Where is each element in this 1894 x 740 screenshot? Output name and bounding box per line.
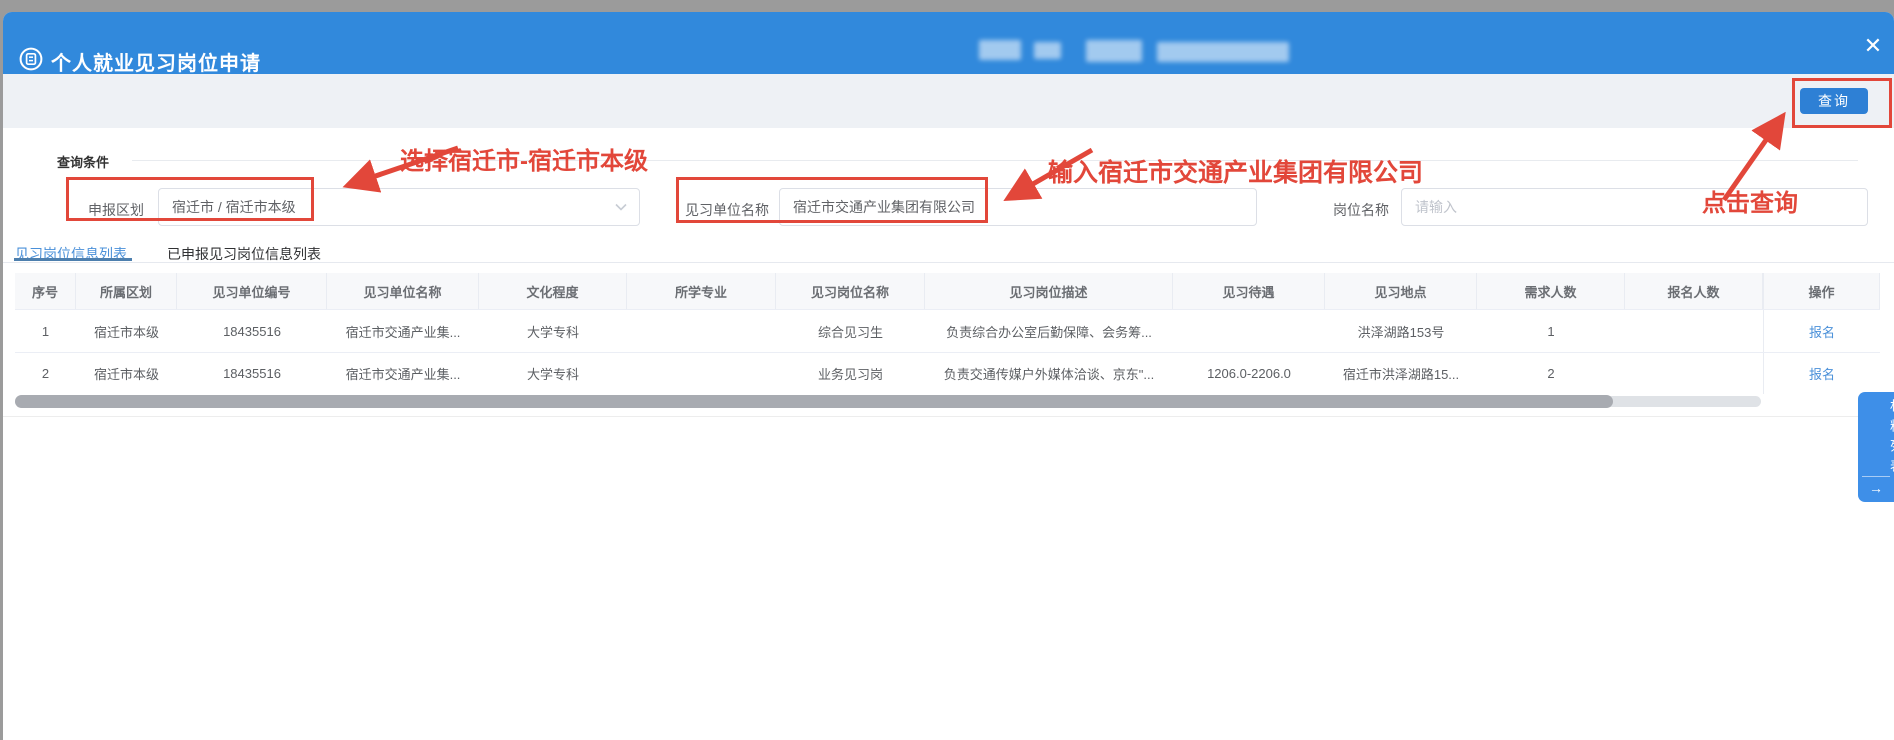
horizontal-scrollbar-thumb[interactable] — [15, 395, 1613, 408]
col-header: 文化程度 — [479, 273, 627, 309]
table-row: 1 宿迁市本级 18435516 宿迁市交通产业集... 大学专科 综合见习生 … — [15, 310, 1880, 353]
cell-post-name: 业务见习岗 — [776, 353, 925, 394]
col-header: 见习岗位描述 — [925, 273, 1173, 309]
table-row: 2 宿迁市本级 18435516 宿迁市交通产业集... 大学专科 业务见习岗 … — [15, 353, 1880, 394]
col-header: 序号 — [15, 273, 76, 309]
form-document-icon — [19, 47, 43, 71]
cell-applied — [1625, 353, 1763, 394]
cell-post-name: 综合见习生 — [776, 310, 925, 352]
col-header: 报名人数 — [1625, 273, 1763, 309]
col-header: 见习待遇 — [1173, 273, 1325, 309]
cell-seq: 2 — [15, 353, 76, 394]
material-list-label: 材料列表 — [1869, 399, 1894, 479]
cell-applied — [1625, 310, 1763, 352]
annotation-select-region: 选择宿迁市-宿迁市本级 — [400, 141, 648, 176]
cell-region: 宿迁市本级 — [76, 310, 177, 352]
cell-unit-no: 18435516 — [177, 310, 327, 352]
position-label: 岗位名称 — [1333, 200, 1389, 220]
cell-post-desc: 负责综合办公室后勤保障、会务筹... — [925, 310, 1173, 352]
active-tab-underline — [14, 258, 132, 261]
tab-post-list[interactable]: 见习岗位信息列表 — [15, 244, 127, 264]
col-header: 所属区划 — [76, 273, 177, 309]
chevron-down-icon — [615, 203, 627, 211]
redacted-text — [979, 40, 1021, 60]
cell-action: 报名 — [1763, 353, 1880, 394]
cell-major — [627, 310, 776, 352]
redacted-text — [1157, 42, 1289, 62]
tab-applied-list[interactable]: 已申报见习岗位信息列表 — [167, 244, 321, 264]
cell-location: 宿迁市洪泽湖路15... — [1325, 353, 1477, 394]
side-tab-divider — [1862, 476, 1890, 477]
cell-location: 洪泽湖路153号 — [1325, 310, 1477, 352]
cell-unit-no: 18435516 — [177, 353, 327, 394]
table-bottom-border — [3, 416, 1894, 417]
col-header: 操作 — [1763, 273, 1880, 309]
close-icon[interactable]: ✕ — [1858, 31, 1888, 61]
modal-title: 个人就业见习岗位申请 — [51, 47, 261, 76]
col-header: 见习地点 — [1325, 273, 1477, 309]
col-header: 见习单位名称 — [327, 273, 479, 309]
cell-salary: 1206.0-2206.0 — [1173, 353, 1325, 394]
cell-education: 大学专科 — [479, 353, 627, 394]
apply-link[interactable]: 报名 — [1809, 322, 1835, 341]
col-header: 见习单位编号 — [177, 273, 327, 309]
highlight-box-query — [1792, 78, 1892, 128]
redacted-text — [1086, 40, 1142, 62]
cell-demand: 2 — [1477, 353, 1625, 394]
section-divider — [132, 160, 1858, 161]
highlight-box-region — [66, 177, 314, 221]
cell-region: 宿迁市本级 — [76, 353, 177, 394]
cell-post-desc: 负责交通传媒户外媒体洽谈、京东"... — [925, 353, 1173, 394]
filter-section-title: 查询条件 — [57, 152, 109, 171]
cell-unit-name: 宿迁市交通产业集... — [327, 310, 479, 352]
cell-action: 报名 — [1763, 310, 1880, 352]
redacted-text — [1034, 42, 1061, 59]
cell-salary — [1173, 310, 1325, 352]
cell-major — [627, 353, 776, 394]
col-header: 见习岗位名称 — [776, 273, 925, 309]
modal-titlebar: 个人就业见习岗位申请 — [3, 12, 1894, 74]
annotation-click-query: 点击查询 — [1702, 183, 1798, 218]
apply-link[interactable]: 报名 — [1809, 364, 1835, 383]
col-header: 所学专业 — [627, 273, 776, 309]
tabs-bottom-border — [3, 262, 1894, 263]
cell-education: 大学专科 — [479, 310, 627, 352]
cell-demand: 1 — [1477, 310, 1625, 352]
toolbar — [3, 74, 1894, 128]
screen: 个人就业见习岗位申请 ✕ 查询 查询条件 申报区划 宿迁市 / 宿迁市本级 见习… — [0, 0, 1894, 740]
cell-seq: 1 — [15, 310, 76, 352]
highlight-box-company — [676, 177, 988, 223]
arrow-right-icon: → — [1858, 480, 1894, 496]
annotation-input-company: 输入宿迁市交通产业集团有限公司 — [1048, 153, 1423, 189]
material-list-side-tab[interactable]: 材料列表 → — [1858, 392, 1894, 502]
cell-unit-name: 宿迁市交通产业集... — [327, 353, 479, 394]
col-header: 需求人数 — [1477, 273, 1625, 309]
table-header-row: 序号 所属区划 见习单位编号 见习单位名称 文化程度 所学专业 见习岗位名称 见… — [15, 273, 1880, 310]
